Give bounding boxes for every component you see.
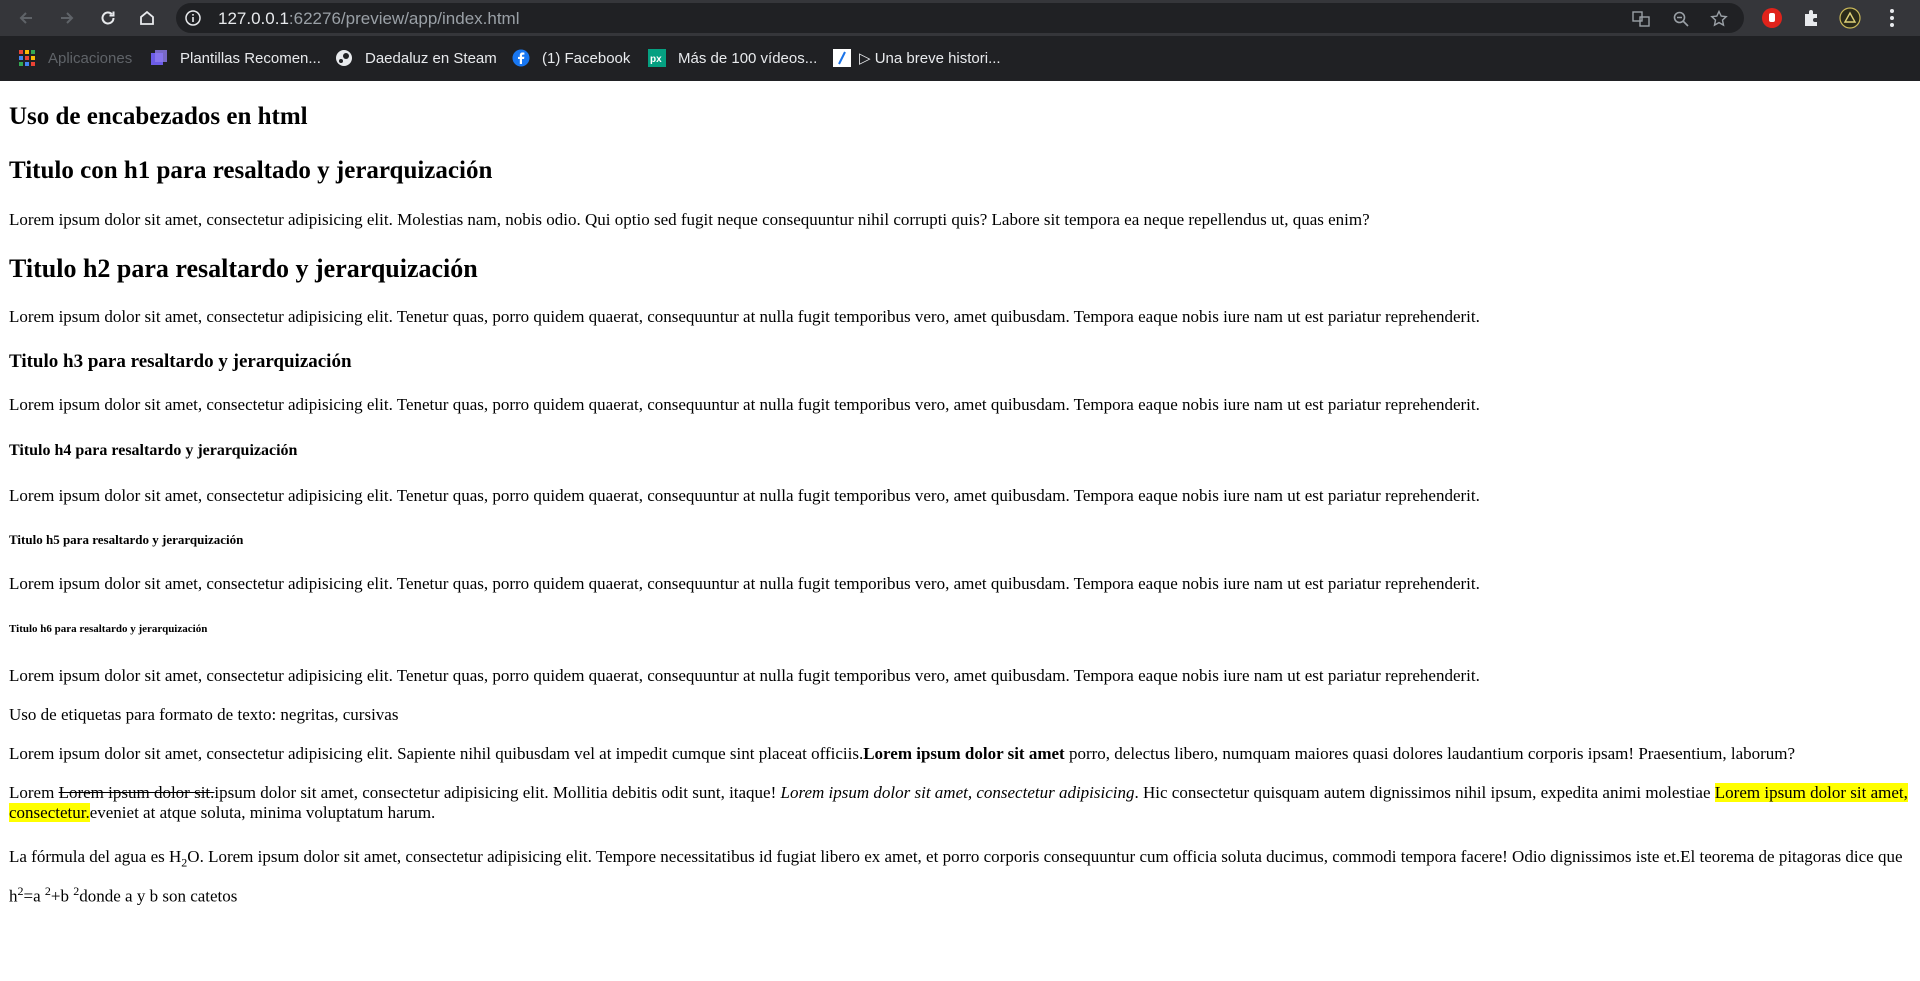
paragraph-1: Lorem ipsum dolor sit amet, consectetur … bbox=[9, 210, 1370, 229]
paragraph-3: Lorem ipsum dolor sit amet, consectetur … bbox=[9, 395, 1480, 414]
paragraph-5: Lorem ipsum dolor sit amet, consectetur … bbox=[9, 574, 1480, 593]
adblock-extension-icon[interactable] bbox=[1760, 6, 1784, 30]
text-run: +b bbox=[50, 887, 74, 907]
browser-toolbar: 127.0.0.1:62276/preview/app/index.html bbox=[0, 0, 1920, 36]
address-bar[interactable]: 127.0.0.1:62276/preview/app/index.html bbox=[176, 3, 1744, 33]
bookmarks-bar: Aplicaciones Plantillas Recomen... Daeda… bbox=[0, 44, 1920, 74]
facebook-icon bbox=[512, 49, 530, 67]
reload-icon bbox=[101, 11, 115, 25]
bookmark-label: Daedaluz en Steam bbox=[365, 49, 497, 67]
strikethrough-text: Lorem ipsum dolor sit. bbox=[58, 783, 215, 802]
zoom-icon[interactable] bbox=[1670, 8, 1692, 30]
home-button[interactable] bbox=[134, 5, 160, 31]
apps-grid-icon bbox=[18, 49, 36, 67]
heading-h3: Titulo h3 para resaltardo y jerarquizaci… bbox=[9, 351, 352, 372]
heading-h6: Titulo h6 para resaltardo y jerarquizaci… bbox=[9, 623, 208, 635]
bookmark-label: Aplicaciones bbox=[48, 49, 133, 67]
paragraph-2: Lorem ipsum dolor sit amet, consectetur … bbox=[9, 307, 1480, 326]
text-run: O. Lorem ipsum dolor sit amet, consectet… bbox=[9, 847, 1903, 907]
paragraph-4: Lorem ipsum dolor sit amet, consectetur … bbox=[9, 486, 1480, 505]
heading-h4: Titulo h4 para resaltardo y jerarquizaci… bbox=[9, 442, 298, 459]
menu-kebab-icon[interactable] bbox=[1880, 6, 1904, 30]
bookmark-aplicaciones[interactable]: Aplicaciones bbox=[18, 44, 132, 72]
text-run: La fórmula del agua es H bbox=[9, 847, 182, 866]
bookmark-label: (1) Facebook bbox=[542, 49, 631, 67]
bookmark-page-icon bbox=[833, 49, 851, 67]
profile-avatar-icon[interactable] bbox=[1838, 6, 1862, 30]
text-run: Lorem bbox=[9, 783, 59, 802]
text-run: Lorem ipsum dolor sit amet, consectetur … bbox=[9, 744, 864, 763]
home-icon bbox=[140, 10, 154, 25]
bookmark-steam[interactable]: Daedaluz en Steam bbox=[335, 44, 497, 72]
paragraph-mixed-format: Lorem Lorem ipsum dolor sit.ipsum dolor … bbox=[9, 783, 1909, 823]
bookmark-plantillas[interactable]: Plantillas Recomen... bbox=[150, 44, 321, 72]
bold-text: Lorem ipsum dolor sit amet bbox=[863, 744, 1065, 763]
text-run: porro, delectus libero, numquam maiores … bbox=[1064, 744, 1796, 763]
bookmark-label: Plantillas Recomen... bbox=[180, 49, 321, 67]
paragraph-6: Lorem ipsum dolor sit amet, consectetur … bbox=[9, 666, 1480, 685]
reload-button[interactable] bbox=[95, 5, 121, 31]
heading-h5: Titulo h5 para resaltardo y jerarquizaci… bbox=[9, 532, 244, 547]
bookmark-star-icon[interactable] bbox=[1708, 8, 1730, 30]
formatting-intro: Uso de etiquetas para formato de texto: … bbox=[9, 705, 399, 724]
italic-text: Lorem ipsum dolor sit amet, consectetur … bbox=[780, 783, 1135, 802]
arrow-right-icon bbox=[61, 12, 74, 24]
browser-chrome: 127.0.0.1:62276/preview/app/index.html A… bbox=[0, 0, 1920, 81]
site-info-icon[interactable] bbox=[185, 10, 201, 26]
back-button[interactable] bbox=[13, 5, 39, 31]
pexels-icon: px bbox=[648, 49, 666, 67]
arrow-left-icon bbox=[19, 12, 32, 24]
bookmark-historia[interactable]: ▷ Una breve histori... bbox=[833, 44, 1001, 72]
text-run: donde a y b son catetos bbox=[79, 887, 238, 907]
text-run: eveniet at atque soluta, minima voluptat… bbox=[89, 803, 436, 822]
url-host: 127.0.0.1 bbox=[218, 9, 289, 28]
bookmark-facebook[interactable]: (1) Facebook bbox=[512, 44, 630, 72]
steam-icon bbox=[335, 49, 353, 67]
bookmark-pexels[interactable]: px Más de 100 vídeos... bbox=[648, 44, 817, 72]
text-run: ipsum dolor sit amet, consectetur adipis… bbox=[214, 783, 781, 802]
forward-button[interactable] bbox=[54, 5, 80, 31]
svg-text:px: px bbox=[650, 54, 662, 65]
url-text[interactable]: 127.0.0.1:62276/preview/app/index.html bbox=[218, 9, 520, 29]
heading-h1: Titulo con h1 para resaltado y jerarquiz… bbox=[9, 157, 493, 184]
bookmark-label: ▷ Una breve histori... bbox=[859, 50, 1001, 67]
page-title: Uso de encabezados en html bbox=[9, 103, 308, 130]
heading-h2: Titulo h2 para resaltardo y jerarquizaci… bbox=[9, 254, 478, 283]
template-icon bbox=[150, 49, 168, 67]
extensions-puzzle-icon[interactable] bbox=[1800, 6, 1824, 30]
paragraph-bold: Lorem ipsum dolor sit amet, consectetur … bbox=[9, 744, 1795, 764]
translate-icon[interactable] bbox=[1630, 8, 1652, 30]
url-path: :62276/preview/app/index.html bbox=[288, 9, 520, 28]
bookmark-label: Más de 100 vídeos... bbox=[678, 49, 818, 67]
paragraph-formula: La fórmula del agua es H2O. Lorem ipsum … bbox=[9, 842, 1909, 911]
text-run: =a bbox=[23, 887, 45, 907]
text-run: . Hic consectetur quisquam autem digniss… bbox=[1134, 783, 1715, 802]
